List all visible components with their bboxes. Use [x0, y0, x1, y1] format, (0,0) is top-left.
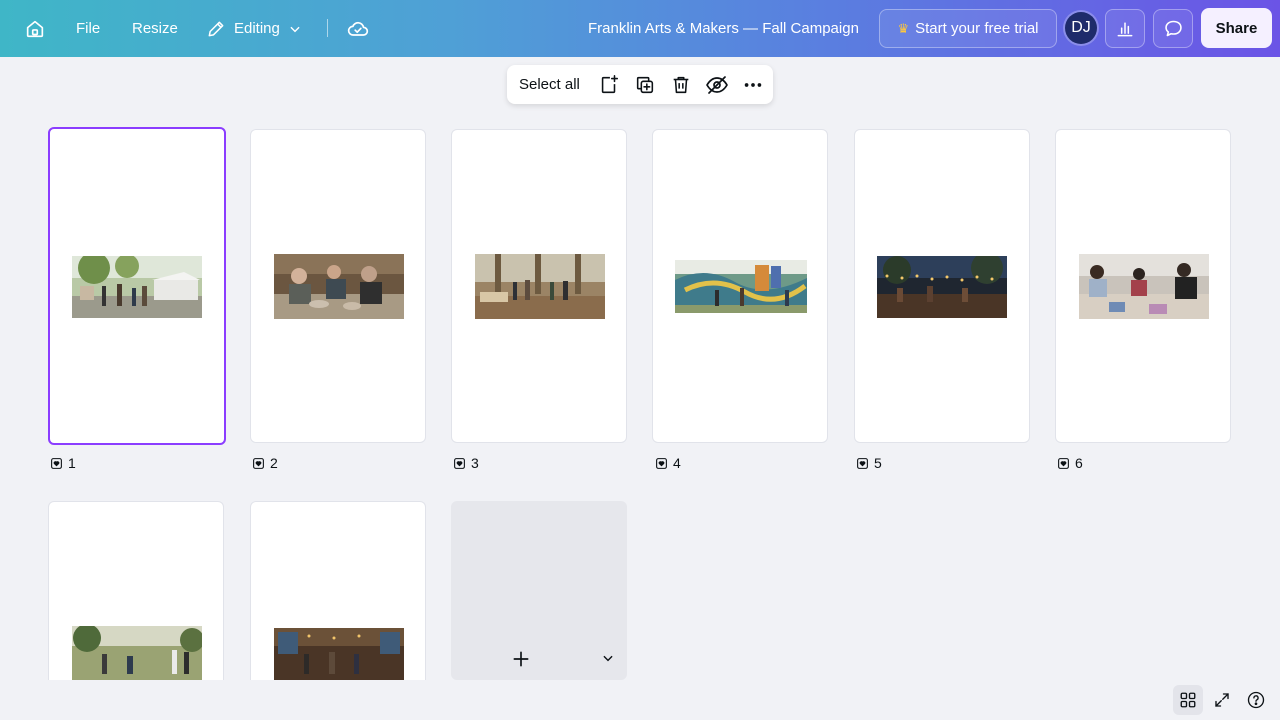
avatar-initials: DJ	[1071, 19, 1091, 36]
trial-label: Start your free trial	[915, 20, 1039, 37]
page-thumbnail-6[interactable]	[1055, 129, 1231, 443]
comments-button[interactable]	[1153, 9, 1193, 48]
more-horizontal-icon	[744, 83, 762, 87]
page-image-craft-table	[1079, 254, 1209, 319]
page-note-icon	[51, 457, 62, 469]
top-bar: File Resize Editing Franklin Arts & Make…	[0, 0, 1280, 57]
home-button[interactable]	[24, 0, 48, 57]
page-image-pottery	[274, 254, 404, 319]
save-status-button[interactable]	[346, 0, 370, 57]
page-thumbnail-2[interactable]	[250, 129, 426, 443]
avatar[interactable]: DJ	[1065, 12, 1097, 44]
plus-icon	[513, 651, 529, 667]
page-note-icon	[656, 457, 667, 469]
resize-menu[interactable]: Resize	[132, 0, 178, 57]
add-page-button[interactable]	[597, 73, 621, 97]
page-label-2: 2	[252, 455, 278, 471]
page-label-3: 3	[453, 455, 479, 471]
comment-icon	[1164, 20, 1182, 37]
page-thumbnail-8[interactable]	[250, 501, 426, 680]
crown-icon: ♛	[897, 20, 910, 36]
page-number: 5	[874, 455, 882, 471]
add-page-icon	[601, 75, 619, 94]
toolbar-divider	[327, 19, 328, 37]
cloud-check-icon	[347, 21, 369, 36]
resize-label: Resize	[132, 20, 178, 37]
share-button[interactable]: Share	[1201, 8, 1272, 48]
duplicate-page-button[interactable]	[633, 73, 657, 97]
page-number: 1	[68, 455, 76, 471]
select-all-label: Select all	[519, 76, 580, 93]
page-thumbnail-5[interactable]	[854, 129, 1030, 443]
page-number: 6	[1075, 455, 1083, 471]
page-label-1: 1	[50, 455, 76, 471]
page-image-maker-fair	[475, 254, 605, 319]
editing-label: Editing	[234, 20, 280, 37]
page-image-mural	[675, 260, 807, 313]
help-icon	[1247, 691, 1265, 709]
page-image-plein-air	[72, 626, 202, 680]
page-image-market	[72, 256, 202, 318]
document-title-text: Franklin Arts & Makers — Fall Campaign	[588, 20, 859, 37]
page-label-6: 6	[1057, 455, 1083, 471]
start-free-trial-button[interactable]: ♛ Start your free trial	[879, 9, 1057, 48]
file-menu[interactable]: File	[76, 0, 100, 57]
expand-icon	[1215, 693, 1229, 707]
duplicate-icon	[636, 76, 654, 94]
help-button[interactable]	[1241, 685, 1271, 715]
add-page-tile[interactable]	[451, 501, 627, 680]
more-options-button[interactable]	[741, 73, 765, 97]
page-image-gallery-event	[274, 628, 404, 680]
page-thumbnail-4[interactable]	[652, 129, 828, 443]
chevron-down-icon[interactable]	[601, 651, 615, 665]
pencil-icon	[208, 21, 224, 36]
document-title[interactable]: Franklin Arts & Makers — Fall Campaign	[588, 0, 859, 57]
hide-page-button[interactable]	[705, 73, 729, 97]
grid-icon	[1180, 692, 1196, 708]
page-number: 3	[471, 455, 479, 471]
trash-icon	[673, 76, 689, 94]
page-number: 2	[270, 455, 278, 471]
delete-page-button[interactable]	[669, 73, 693, 97]
page-note-icon	[454, 457, 465, 469]
chevron-down-icon	[290, 26, 300, 32]
bar-chart-icon	[1117, 21, 1133, 36]
page-note-icon	[1058, 457, 1069, 469]
page-thumbnail-1[interactable]	[48, 127, 226, 445]
home-icon	[26, 20, 44, 37]
page-thumbnail-3[interactable]	[451, 129, 627, 443]
page-label-5: 5	[856, 455, 882, 471]
eye-off-icon	[706, 76, 728, 94]
file-label: File	[76, 20, 101, 37]
page-label-4: 4	[655, 455, 681, 471]
page-note-icon	[857, 457, 868, 469]
analytics-button[interactable]	[1105, 9, 1145, 48]
fullscreen-button[interactable]	[1207, 685, 1237, 715]
page-number: 4	[673, 455, 681, 471]
page-actions-toolbar: Select all	[507, 65, 773, 104]
page-note-icon	[253, 457, 264, 469]
grid-view-button[interactable]	[1173, 685, 1203, 715]
page-image-evening-lights	[877, 256, 1007, 318]
select-all-button[interactable]: Select all	[519, 65, 580, 104]
editing-mode-dropdown[interactable]: Editing	[206, 0, 302, 57]
share-label: Share	[1215, 19, 1258, 37]
page-thumbnail-7[interactable]	[48, 501, 224, 680]
